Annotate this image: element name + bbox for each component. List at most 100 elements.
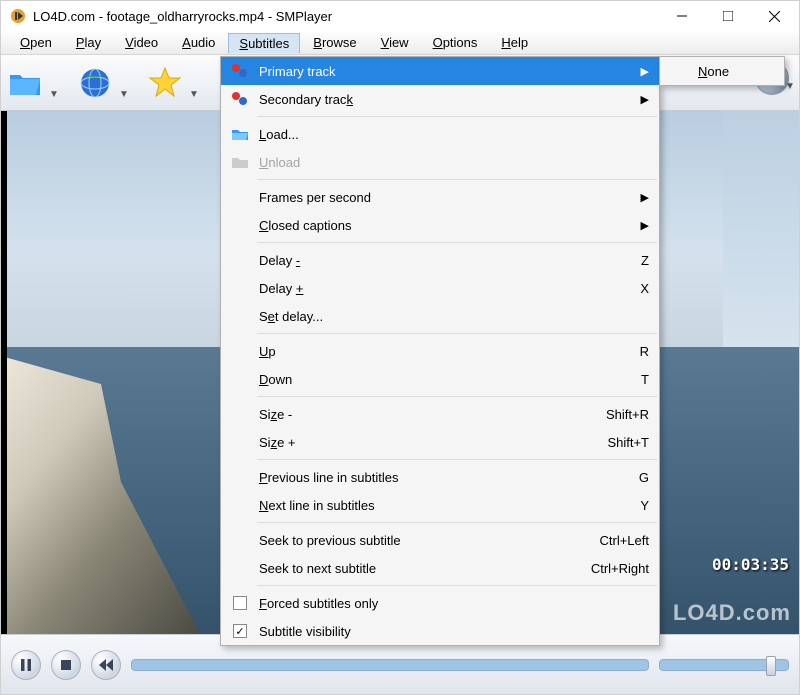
menu-item-shortcut: Ctrl+Right: [581, 561, 649, 576]
menu-open[interactable]: Open: [9, 32, 63, 53]
menu-item-label: Size +: [255, 435, 597, 450]
tracks-icon: [225, 91, 255, 107]
menu-separator: [257, 396, 657, 397]
menu-item-next-line-in-subtitles[interactable]: Next line in subtitlesY: [221, 491, 659, 519]
menu-item-label: Subtitle visibility: [255, 624, 649, 639]
menu-item-shortcut: X: [630, 281, 649, 296]
dropdown-arrow-icon[interactable]: ▼: [785, 61, 795, 95]
menu-item-shortcut: G: [629, 470, 649, 485]
menu-item-closed-captions[interactable]: Closed captions▶: [221, 211, 659, 239]
folder-open-icon: [225, 127, 255, 141]
menu-item-subtitle-visibility[interactable]: ✓ Subtitle visibility: [221, 617, 659, 645]
menu-play[interactable]: Play: [65, 32, 112, 53]
menu-icon-slot: [225, 596, 255, 610]
playback-timestamp: 00:03:35: [712, 555, 789, 574]
submenu-arrow-icon: ▶: [641, 219, 649, 232]
menu-item-label: Seek to next subtitle: [255, 561, 581, 576]
menu-item-shortcut: Z: [631, 253, 649, 268]
dropdown-arrow-icon[interactable]: ▼: [49, 65, 59, 100]
dropdown-arrow-icon[interactable]: ▼: [189, 65, 199, 100]
menu-item-set-delay[interactable]: Set delay...: [221, 302, 659, 330]
globe-icon[interactable]: [77, 65, 113, 101]
close-button[interactable]: [751, 1, 797, 31]
menu-item-up[interactable]: UpR: [221, 337, 659, 365]
star-icon[interactable]: [147, 65, 183, 101]
checkbox-icon: [233, 596, 247, 610]
menu-item-forced-subtitles-only[interactable]: Forced subtitles only: [221, 589, 659, 617]
menu-item-shortcut: Ctrl+Left: [590, 533, 650, 548]
menu-item-shortcut: Shift+T: [597, 435, 649, 450]
menu-item-label: Previous line in subtitles: [255, 470, 629, 485]
checkbox-icon: ✓: [233, 624, 247, 638]
menu-item-primary-track[interactable]: Primary track▶: [221, 57, 659, 85]
menu-video[interactable]: Video: [114, 32, 169, 53]
seek-slider[interactable]: [131, 659, 649, 671]
minimize-button[interactable]: [659, 1, 705, 31]
stop-button[interactable]: [51, 650, 81, 680]
watermark-text: LO4D.com: [673, 600, 791, 626]
menu-audio[interactable]: Audio: [171, 32, 226, 53]
menu-item-size[interactable]: Size +Shift+T: [221, 428, 659, 456]
menu-item-frames-per-second[interactable]: Frames per second▶: [221, 183, 659, 211]
menu-item-load[interactable]: Load...: [221, 120, 659, 148]
submenu-arrow-icon: ▶: [641, 65, 649, 78]
menu-item-label: Closed captions: [255, 218, 649, 233]
menu-item-shortcut: Y: [630, 498, 649, 513]
menu-item-shortcut: R: [630, 344, 649, 359]
tracks-icon: [225, 63, 255, 79]
menu-item-label: Secondary track: [255, 92, 649, 107]
menu-separator: [257, 179, 657, 180]
menu-item-label: Size -: [255, 407, 596, 422]
menu-item-label: Delay -: [255, 253, 631, 268]
menu-item-label: Load...: [255, 127, 649, 142]
menu-item-label: Delay +: [255, 281, 630, 296]
menu-item-label: Forced subtitles only: [255, 596, 649, 611]
maximize-button[interactable]: [705, 1, 751, 31]
video-letterbox: [1, 111, 7, 636]
menu-options[interactable]: Options: [422, 32, 489, 53]
menu-item-shortcut: Shift+R: [596, 407, 649, 422]
menubar: OpenPlayVideoAudioSubtitlesBrowseViewOpt…: [1, 31, 799, 55]
subtitles-dropdown-menu: Primary track▶Secondary track▶Load...Unl…: [220, 56, 660, 646]
window-controls: [659, 1, 797, 31]
menu-separator: [257, 242, 657, 243]
menu-browse[interactable]: Browse: [302, 32, 367, 53]
menu-separator: [257, 333, 657, 334]
pause-button[interactable]: [11, 650, 41, 680]
dropdown-arrow-icon[interactable]: ▼: [119, 65, 129, 100]
menu-separator: [257, 459, 657, 460]
folder-closed-icon: [225, 155, 255, 169]
menu-item-label: None: [694, 64, 774, 79]
volume-thumb[interactable]: [766, 656, 776, 676]
menu-item-shortcut: T: [631, 372, 649, 387]
window-titlebar: LO4D.com - footage_oldharryrocks.mp4 - S…: [1, 1, 799, 31]
menu-item-seek-to-next-subtitle[interactable]: Seek to next subtitleCtrl+Right: [221, 554, 659, 582]
menu-separator: [257, 522, 657, 523]
volume-slider[interactable]: [659, 659, 789, 671]
menu-item-size[interactable]: Size -Shift+R: [221, 400, 659, 428]
rewind-button[interactable]: [91, 650, 121, 680]
menu-item-label: Unload: [255, 155, 649, 170]
menu-item-label: Primary track: [255, 64, 649, 79]
menu-help[interactable]: Help: [490, 32, 539, 53]
menu-item-label: Seek to previous subtitle: [255, 533, 590, 548]
menu-subtitles[interactable]: Subtitles: [228, 33, 300, 53]
app-icon: [9, 7, 27, 25]
menu-separator: [257, 116, 657, 117]
menu-item-label: Up: [255, 344, 630, 359]
folder-open-icon[interactable]: [7, 65, 43, 101]
submenu-arrow-icon: ▶: [641, 191, 649, 204]
submenu-item-none[interactable]: None: [660, 57, 784, 85]
menu-item-secondary-track[interactable]: Secondary track▶: [221, 85, 659, 113]
menu-item-label: Next line in subtitles: [255, 498, 630, 513]
menu-item-previous-line-in-subtitles[interactable]: Previous line in subtitlesG: [221, 463, 659, 491]
primary-track-submenu: None: [659, 56, 785, 86]
menu-item-label: Set delay...: [255, 309, 649, 324]
menu-item-unload: Unload: [221, 148, 659, 176]
menu-view[interactable]: View: [370, 32, 420, 53]
menu-item-seek-to-previous-subtitle[interactable]: Seek to previous subtitleCtrl+Left: [221, 526, 659, 554]
menu-item-delay[interactable]: Delay +X: [221, 274, 659, 302]
submenu-arrow-icon: ▶: [641, 93, 649, 106]
menu-item-delay[interactable]: Delay -Z: [221, 246, 659, 274]
menu-item-down[interactable]: DownT: [221, 365, 659, 393]
